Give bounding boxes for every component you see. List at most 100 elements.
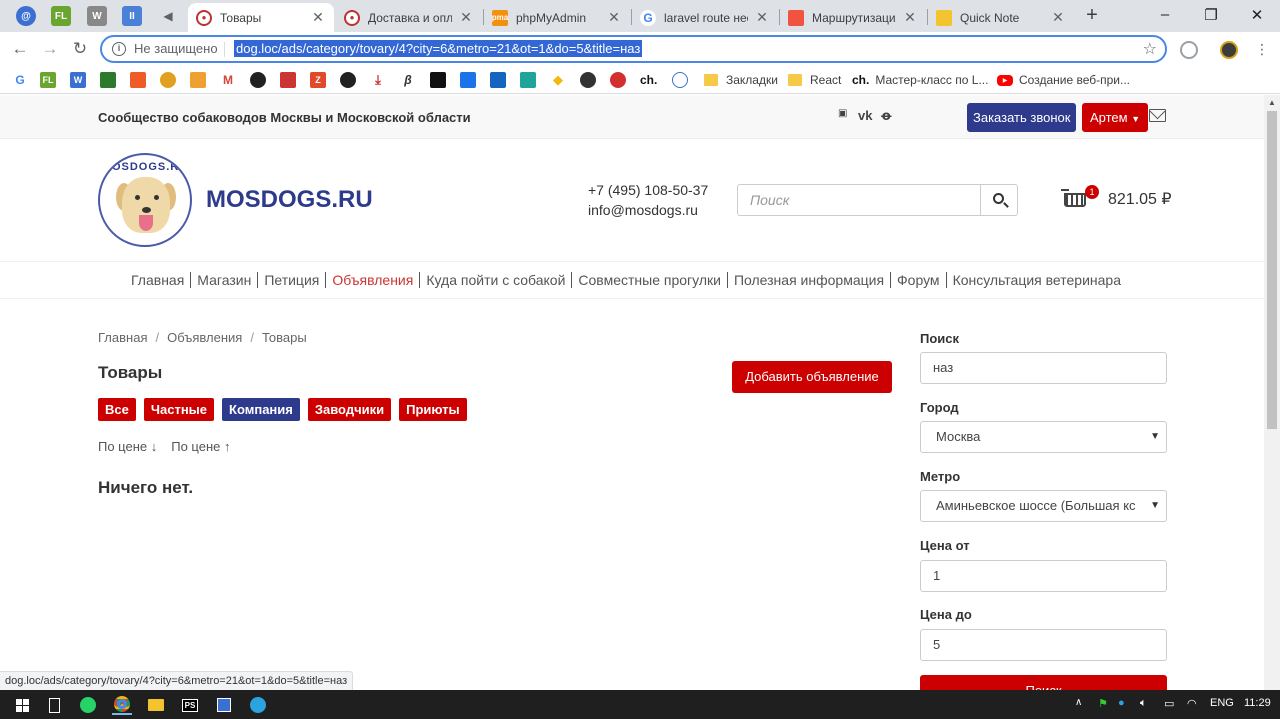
bookmark-8[interactable] [250, 71, 272, 89]
bookmark-17[interactable] [520, 71, 542, 89]
bookmark-14[interactable] [430, 71, 452, 89]
bookmark-4[interactable] [130, 71, 152, 89]
windows-start-icon[interactable] [12, 695, 32, 715]
battery-icon[interactable]: ▭ [1164, 697, 1174, 710]
bookmark-6[interactable] [190, 71, 212, 89]
filter-breeders[interactable]: Заводчики [307, 398, 392, 421]
calculator-icon[interactable] [44, 695, 64, 715]
sort-price-desc[interactable]: По цене ↓ [98, 439, 157, 454]
phpstorm-icon[interactable]: PS [180, 695, 200, 715]
bookmark-google[interactable]: G [12, 71, 34, 89]
file-explorer-icon[interactable] [146, 695, 166, 715]
contact-phone[interactable]: +7 (495) 108-50-37 [588, 182, 708, 198]
tab-close-icon[interactable]: ✕ [606, 9, 622, 26]
tab-close-icon[interactable]: ✕ [310, 9, 326, 26]
bookmark-ch[interactable]: ch. [640, 71, 657, 89]
bookmark-binance[interactable]: ◆ [550, 71, 572, 89]
bookmark-fl[interactable]: FL [40, 71, 62, 89]
bookmark-star-icon[interactable]: ☆ [1143, 39, 1157, 59]
bookmark-16[interactable] [490, 71, 512, 89]
order-call-button[interactable]: Заказать звонок [967, 103, 1077, 132]
brand-name[interactable]: MOSDOGS.RU [206, 186, 373, 214]
filter-all[interactable]: Все [98, 398, 136, 421]
info-icon[interactable]: i [112, 42, 126, 56]
back-arrow-icon[interactable]: ← [10, 39, 30, 59]
close-window-icon[interactable]: ✕ [1234, 6, 1280, 24]
profile-avatar-icon[interactable] [1220, 41, 1238, 59]
city-select[interactable]: Москва ▼ [920, 421, 1167, 453]
tray-telegram-icon[interactable]: ● [1118, 697, 1125, 709]
bookmark-beta[interactable]: β [400, 71, 422, 89]
tab-laravel-route[interactable]: G laravel route нео ✕ [632, 3, 778, 32]
tab-close-icon[interactable]: ✕ [754, 9, 770, 26]
bookmark-globe[interactable] [672, 71, 694, 89]
bookmark-5[interactable] [160, 71, 182, 89]
page-scrollbar[interactable]: ▲ [1264, 95, 1280, 690]
tab-close-icon[interactable]: ✕ [458, 9, 474, 26]
bookmark-folder-zakladki[interactable]: Закладки [704, 71, 778, 89]
tab-tovary[interactable]: ● Товары ✕ [188, 3, 334, 32]
odnoklassniki-icon[interactable]: ꝋ [881, 108, 892, 124]
mute-speaker-icon[interactable]: ◀ [158, 6, 178, 26]
pinned-tab-1[interactable]: @ [16, 6, 36, 26]
nav-item-home[interactable]: Главная [125, 272, 192, 288]
bookmark-chili[interactable] [610, 71, 632, 89]
tab-close-icon[interactable]: ✕ [1050, 9, 1066, 26]
bookmark-download[interactable]: ⤓ [370, 71, 392, 89]
site-search-button[interactable] [980, 184, 1018, 216]
tab-delivery[interactable]: ● Доставка и опла ✕ [336, 3, 482, 32]
bookmark-w[interactable]: W [70, 71, 92, 89]
chrome-icon[interactable] [112, 695, 132, 715]
tab-routing[interactable]: Маршрутизация ✕ [780, 3, 926, 32]
forward-arrow-icon[interactable]: → [40, 39, 60, 59]
menu-dots-icon[interactable]: ⋮ [1252, 39, 1272, 59]
vk-icon[interactable]: vk [858, 108, 872, 123]
url-text[interactable]: dog.loc/ads/category/tovary/4?city=6&met… [234, 40, 643, 57]
pinned-tab-w[interactable]: W [87, 6, 107, 26]
bookmark-youtube[interactable]: ▶ Создание веб-при... [997, 71, 1130, 89]
pinned-tab-fl[interactable]: FL [51, 6, 71, 26]
tab-close-icon[interactable]: ✕ [902, 9, 918, 26]
youtube-icon[interactable]: ▣ [838, 108, 847, 119]
sidebar-search-button[interactable]: Поиск [920, 675, 1167, 690]
extension-icon[interactable] [1180, 41, 1198, 59]
bookmark-10[interactable]: Z [310, 71, 332, 89]
bookmark-19[interactable] [580, 71, 602, 89]
add-ad-button[interactable]: Добавить объявление [732, 361, 892, 393]
tab-quick-note[interactable]: Quick Note ✕ [928, 3, 1074, 32]
bookmark-3[interactable] [100, 71, 122, 89]
tray-expand-icon[interactable]: ∧ [1075, 697, 1082, 708]
scrollbar-thumb[interactable] [1267, 111, 1277, 429]
nav-item-shop[interactable]: Магазин [191, 272, 259, 288]
site-search-input[interactable]: Поиск [737, 184, 981, 216]
bookmark-folder-react[interactable]: React [788, 71, 841, 89]
site-logo[interactable]: MOSDOGS.RU [98, 153, 192, 247]
tray-flag-icon[interactable]: ⚑ [1098, 697, 1108, 710]
price-from-input[interactable]: 1 [920, 560, 1167, 592]
tab-phpmyadmin[interactable]: pma phpMyAdmin ✕ [484, 3, 630, 32]
minimize-icon[interactable]: – [1142, 6, 1188, 23]
address-bar[interactable]: i Не защищено dog.loc/ads/category/tovar… [100, 35, 1167, 63]
user-menu-button[interactable]: Артем ▼ [1082, 103, 1149, 132]
clock-time[interactable]: 11:29 [1244, 697, 1271, 709]
contact-email[interactable]: info@mosdogs.ru [588, 202, 698, 218]
scroll-up-icon[interactable]: ▲ [1264, 95, 1280, 111]
bookmark-gmail[interactable]: M [220, 71, 242, 89]
nav-item-forum[interactable]: Форум [891, 272, 947, 288]
nav-item-vet[interactable]: Консультация ветеринара [947, 272, 1127, 288]
pinned-tab-pause[interactable]: II [122, 6, 142, 26]
new-tab-plus-icon[interactable]: + [1082, 4, 1102, 27]
filter-private[interactable]: Частные [143, 398, 215, 421]
sidebar-search-input[interactable]: наз [920, 352, 1167, 384]
filter-company[interactable]: Компания [222, 398, 300, 421]
nav-item-where-to-go[interactable]: Куда пойти с собакой [420, 272, 573, 288]
breadcrumb-home[interactable]: Главная [98, 330, 147, 345]
cart-button[interactable]: 1 [1061, 185, 1099, 211]
app-window-icon[interactable] [214, 695, 234, 715]
telegram-icon[interactable] [248, 695, 268, 715]
bookmark-master-class[interactable]: ch. Мастер-класс по L... [852, 71, 988, 89]
mail-icon[interactable] [1149, 109, 1166, 122]
sort-price-asc[interactable]: По цене ↑ [171, 439, 230, 454]
filter-shelters[interactable]: Приюты [399, 398, 467, 421]
cart-total[interactable]: 821.05 ₽ [1108, 189, 1172, 209]
